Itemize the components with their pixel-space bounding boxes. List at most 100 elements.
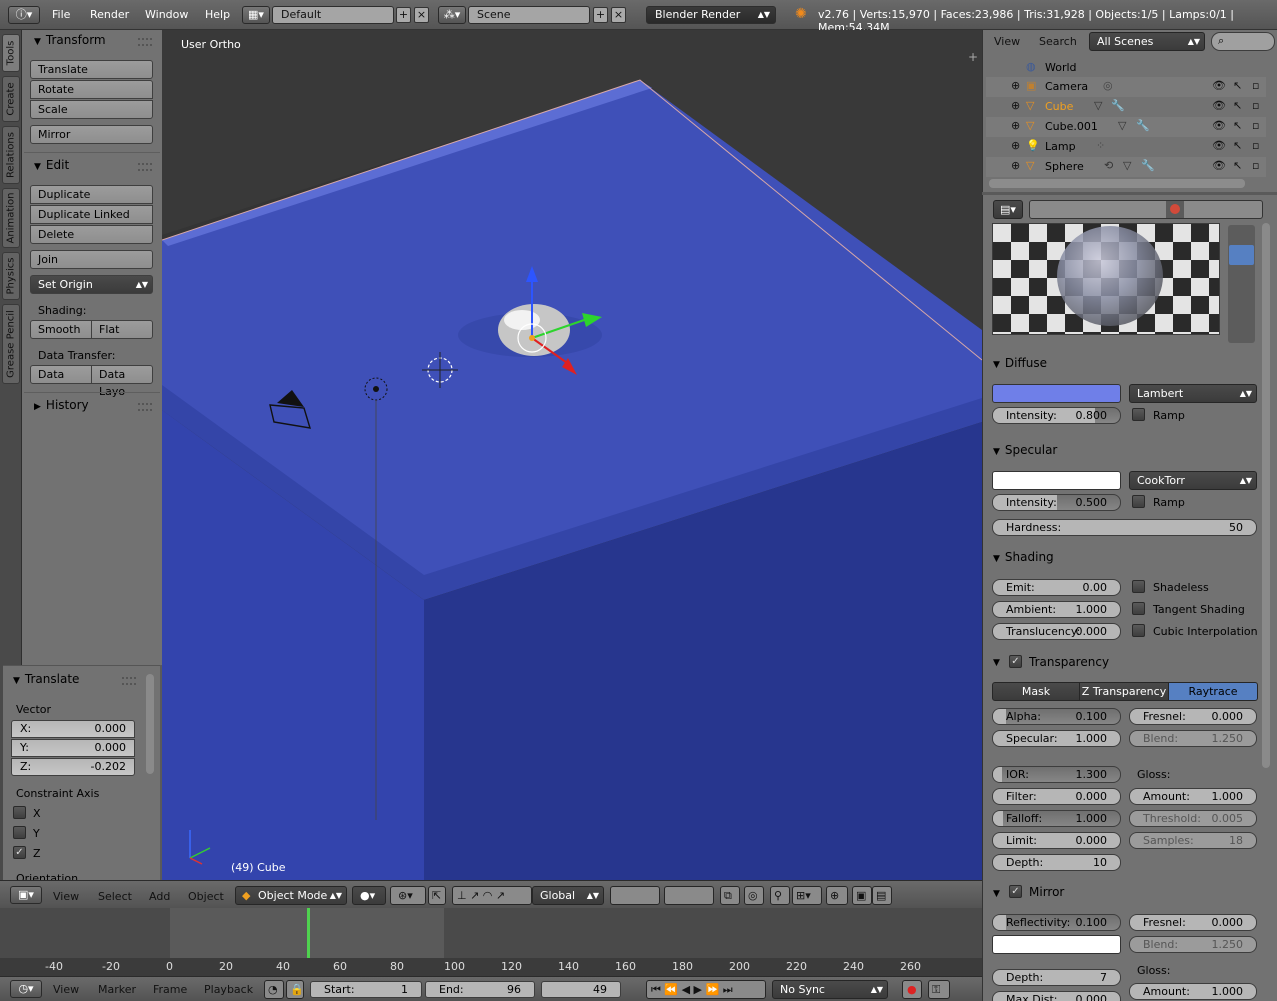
end-frame-field[interactable]: End: 96 — [425, 981, 535, 998]
gloss-amount-field[interactable]: Amount: 1.000 — [1129, 788, 1257, 805]
transparency-checkbox[interactable]: ✓ — [1009, 655, 1022, 668]
transparency-fresnel-field[interactable]: Fresnel: 0.000 — [1129, 708, 1257, 725]
transparency-z-tab[interactable]: Z Transparency — [1079, 682, 1169, 701]
transform-panel-header[interactable]: ▼ Transform — [34, 33, 106, 47]
snap-element-icon[interactable]: ⊞▾ — [792, 886, 822, 905]
remove-layout-icon[interactable]: × — [414, 7, 429, 23]
edit-panel-header[interactable]: ▼ Edit — [34, 158, 69, 172]
expand-icon[interactable]: ⊕ — [1011, 99, 1020, 112]
scene-select[interactable]: Scene — [468, 6, 590, 24]
constraint-x-checkbox[interactable] — [13, 806, 26, 819]
current-frame-marker[interactable] — [307, 908, 310, 958]
constraint-y-checkbox[interactable] — [13, 826, 26, 839]
render-image-icon[interactable]: ▣ — [852, 886, 872, 905]
visibility-eye-icon[interactable]: 👁 — [1212, 79, 1226, 92]
layer-buttons-1[interactable] — [610, 886, 660, 905]
timeline-menu-marker[interactable]: Marker — [98, 983, 136, 996]
mirror-gloss-amount-field[interactable]: Amount: 1.000 — [1129, 983, 1257, 1000]
gloss-threshold-field[interactable]: Threshold: 0.005 — [1129, 810, 1257, 827]
panel-grip-icon[interactable] — [138, 403, 152, 411]
transparency-mask-tab[interactable]: Mask — [992, 682, 1080, 701]
properties-scrollbar[interactable] — [1262, 223, 1270, 768]
start-frame-field[interactable]: Start: 1 — [310, 981, 422, 998]
transparency-raytrace-tab[interactable]: Raytrace — [1168, 682, 1258, 701]
outliner-menu-view[interactable]: View — [994, 35, 1020, 48]
clock-icon[interactable]: ◔ — [264, 980, 284, 999]
reflectivity-field[interactable]: Reflectivity: 0.100 — [992, 914, 1121, 931]
visibility-eye-icon[interactable]: 👁 — [1212, 139, 1226, 152]
tab-grease-pencil[interactable]: Grease Pencil — [2, 304, 20, 384]
hardness-field[interactable]: Hardness: 50 — [992, 519, 1257, 536]
tab-animation[interactable]: Animation — [2, 188, 20, 248]
constraint-z-checkbox[interactable]: ✓ — [13, 846, 26, 859]
falloff-field[interactable]: Falloff: 1.000 — [992, 810, 1121, 827]
snap-target-icon[interactable]: ⊕ — [826, 886, 848, 905]
proportional-edit-icon[interactable]: ◎ — [744, 886, 764, 905]
scale-button[interactable]: Scale — [30, 100, 153, 119]
current-frame-field[interactable]: 49 — [541, 981, 621, 998]
menu-render[interactable]: Render — [90, 8, 129, 21]
panel-grip-icon[interactable] — [138, 38, 152, 46]
display-mode-select[interactable]: All Scenes ▲▼ — [1089, 32, 1205, 51]
specular-intensity-field[interactable]: Intensity: 0.500 — [992, 494, 1121, 511]
delete-button[interactable]: Delete — [30, 225, 153, 244]
panel-grip-icon[interactable] — [122, 677, 136, 685]
specular-ramp-checkbox[interactable] — [1132, 495, 1145, 508]
diffuse-color-swatch[interactable] — [992, 384, 1121, 403]
history-panel-header[interactable]: ▶ History — [34, 398, 89, 412]
menu-object[interactable]: Object — [188, 890, 224, 903]
select-arrow-icon[interactable]: ↖ — [1233, 119, 1242, 132]
render-camera-icon[interactable]: ▫ — [1252, 159, 1259, 172]
limit-field[interactable]: Limit: 0.000 — [992, 832, 1121, 849]
outliner-item-cube[interactable]: ⊕ ▽ Cube ▽ 🔧 👁 ↖ ▫ — [986, 97, 1266, 117]
visibility-eye-icon[interactable]: 👁 — [1212, 99, 1226, 112]
outliner-scrollbar[interactable] — [989, 179, 1245, 188]
specular-color-swatch[interactable] — [992, 471, 1121, 490]
menu-window[interactable]: Window — [145, 8, 188, 21]
smooth-button[interactable]: Smooth — [30, 320, 92, 339]
panel-scrollbar[interactable] — [146, 674, 154, 774]
scene-icon[interactable]: ⁂▾ — [438, 6, 466, 24]
tab-physics[interactable]: Physics — [2, 252, 20, 300]
menu-file[interactable]: File — [52, 8, 70, 21]
outliner-item-lamp[interactable]: ⊕ 💡 Lamp ⁘ 👁 ↖ ▫ — [986, 137, 1266, 157]
layer-buttons-2[interactable] — [664, 886, 714, 905]
mirror-depth-field[interactable]: Depth: 7 — [992, 969, 1121, 986]
record-icon[interactable]: ● — [902, 980, 922, 999]
manipulator-modes-icon[interactable]: ⊥ ↗ ◠ ↗ — [452, 886, 532, 905]
panel-grip-icon[interactable] — [138, 163, 152, 171]
select-arrow-icon[interactable]: ↖ — [1233, 99, 1242, 112]
alpha-field[interactable]: Alpha: 0.100 — [992, 708, 1121, 725]
vector-y-field[interactable]: Y: 0.000 — [11, 739, 135, 757]
3d-viewport[interactable]: User Ortho (49) Cube + — [162, 30, 982, 880]
timeline-menu-frame[interactable]: Frame — [153, 983, 187, 996]
info-editor-icon[interactable]: ⓘ▾ — [8, 6, 40, 24]
timeline-editor-icon[interactable]: ◷▾ — [10, 980, 42, 998]
timeline-menu-view[interactable]: View — [53, 983, 79, 996]
editor-type-icon[interactable]: ▤▾ — [993, 200, 1023, 219]
diffuse-shader-select[interactable]: Lambert ▲▼ — [1129, 384, 1257, 403]
gloss-samples-field[interactable]: Samples: 18 — [1129, 832, 1257, 849]
outliner-menu-search[interactable]: Search — [1039, 35, 1077, 48]
translate-operator-header[interactable]: ▼ Translate — [13, 672, 79, 686]
tab-create[interactable]: Create — [2, 76, 20, 122]
render-engine-select[interactable]: Blender Render ▲▼ — [646, 6, 776, 24]
max-dist-field[interactable]: Max Dist: 0.000 — [992, 991, 1121, 1001]
timeline-menu-playback[interactable]: Playback — [204, 983, 253, 996]
join-button[interactable]: Join — [30, 250, 153, 269]
playback-controls-icon[interactable]: ⏮ ⏪ ◀ ▶ ⏩ ⏭ — [646, 980, 766, 999]
diffuse-panel-header[interactable]: ▼ Diffuse — [993, 356, 1047, 370]
render-camera-icon[interactable]: ▫ — [1252, 119, 1259, 132]
add-scene-icon[interactable]: + — [593, 7, 608, 23]
mirror-panel-header[interactable]: ▼ — [993, 885, 1005, 899]
ior-field[interactable]: IOR: 1.300 — [992, 766, 1121, 783]
sync-mode-select[interactable]: No Sync ▲▼ — [772, 980, 888, 999]
ambient-field[interactable]: Ambient: 1.000 — [992, 601, 1121, 618]
preview-sphere-button[interactable] — [1229, 245, 1254, 265]
menu-help[interactable]: Help — [205, 8, 230, 21]
preview-type-buttons[interactable] — [1228, 225, 1255, 343]
render-camera-icon[interactable]: ▫ — [1252, 99, 1259, 112]
emit-field[interactable]: Emit: 0.00 — [992, 579, 1121, 596]
lock-icon[interactable]: 🔒 — [286, 980, 304, 999]
shadeless-checkbox[interactable] — [1132, 580, 1145, 593]
